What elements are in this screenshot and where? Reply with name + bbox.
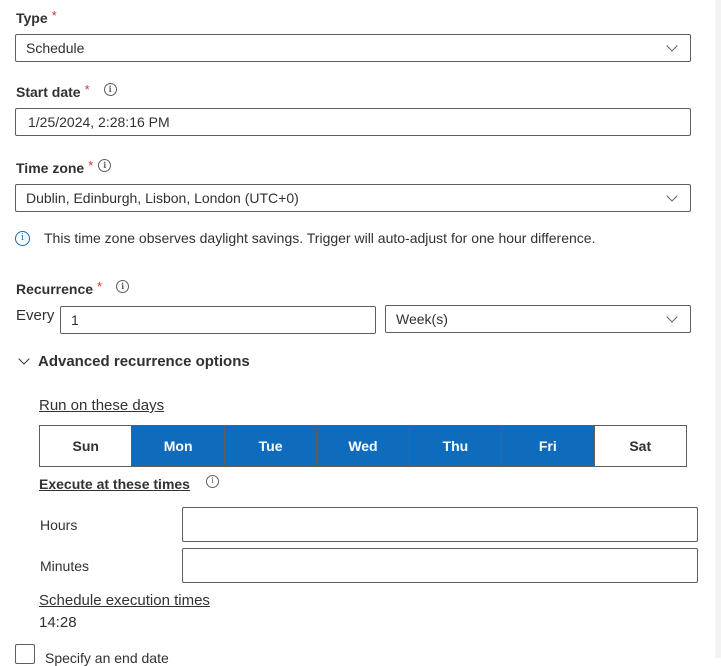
day-toggle-thu[interactable]: Thu: [409, 426, 503, 466]
info-icon: i: [15, 230, 30, 246]
start-date-label: Start date * i: [16, 81, 117, 100]
chevron-down-icon: [666, 311, 678, 323]
hours-input[interactable]: [182, 507, 698, 542]
scrollbar[interactable]: [715, 0, 721, 658]
day-toggle-fri[interactable]: Fri: [502, 426, 595, 466]
required-marker: *: [88, 157, 94, 173]
recurrence-unit-dropdown[interactable]: Week(s): [385, 305, 691, 333]
type-dropdown-value: Schedule: [26, 40, 85, 56]
end-date-label: Specify an end date: [45, 650, 169, 666]
recurrence-interval-value: 1: [71, 312, 79, 328]
type-label-text: Type: [16, 10, 48, 26]
schedule-execution-times-label: Schedule execution times: [39, 592, 210, 609]
time-zone-value: Dublin, Edinburgh, Lisbon, London (UTC+0…: [26, 190, 299, 206]
start-date-label-text: Start date: [16, 84, 81, 100]
day-toggle-mon[interactable]: Mon: [132, 426, 225, 466]
execute-times-header: Execute at these times i: [39, 474, 219, 492]
hours-label: Hours: [40, 517, 78, 533]
required-marker: *: [84, 81, 90, 97]
run-on-days-label: Run on these days: [39, 397, 165, 414]
recurrence-unit-value: Week(s): [396, 311, 448, 327]
chevron-down-icon: [18, 353, 30, 365]
minutes-label: Minutes: [40, 558, 90, 574]
time-zone-label-text: Time zone: [16, 160, 85, 176]
end-date-checkbox[interactable]: [15, 644, 35, 664]
daylight-savings-notice: i This time zone observes daylight savin…: [15, 230, 595, 246]
minutes-input[interactable]: [182, 548, 698, 583]
info-icon[interactable]: i: [103, 82, 117, 96]
advanced-recurrence-label: Advanced recurrence options: [38, 353, 250, 370]
required-marker: *: [97, 278, 103, 294]
day-toggle-sat[interactable]: Sat: [594, 426, 686, 466]
day-toggle-sun[interactable]: Sun: [40, 426, 133, 466]
execute-times-label: Execute at these times: [39, 476, 190, 492]
start-date-input[interactable]: 1/25/2024, 2:28:16 PM: [15, 108, 691, 136]
day-toggle-tue[interactable]: Tue: [224, 426, 318, 466]
days-selector: Sun Mon Tue Wed Thu Fri Sat: [39, 425, 687, 467]
recurrence-label: Recurrence * i: [16, 278, 130, 297]
day-toggle-wed[interactable]: Wed: [317, 426, 410, 466]
advanced-recurrence-toggle[interactable]: Advanced recurrence options: [18, 353, 250, 370]
start-date-value: 1/25/2024, 2:28:16 PM: [28, 114, 170, 130]
end-date-checkbox-row[interactable]: Specify an end date: [15, 644, 169, 666]
chevron-down-icon: [666, 40, 678, 52]
info-icon[interactable]: i: [98, 158, 112, 172]
daylight-savings-text: This time zone observes daylight savings…: [44, 230, 596, 246]
info-icon[interactable]: i: [116, 279, 130, 293]
required-marker: *: [51, 7, 57, 23]
schedule-execution-times-value: 14:28: [39, 614, 77, 631]
info-icon[interactable]: i: [205, 474, 219, 488]
chevron-down-icon: [666, 190, 678, 202]
recurrence-interval-input[interactable]: 1: [60, 306, 376, 334]
type-dropdown[interactable]: Schedule: [15, 34, 691, 62]
time-zone-label: Time zone * i: [16, 157, 112, 176]
every-label: Every: [16, 307, 55, 324]
recurrence-label-text: Recurrence: [16, 281, 94, 297]
type-label: Type *: [16, 7, 57, 27]
time-zone-dropdown[interactable]: Dublin, Edinburgh, Lisbon, London (UTC+0…: [15, 184, 691, 212]
